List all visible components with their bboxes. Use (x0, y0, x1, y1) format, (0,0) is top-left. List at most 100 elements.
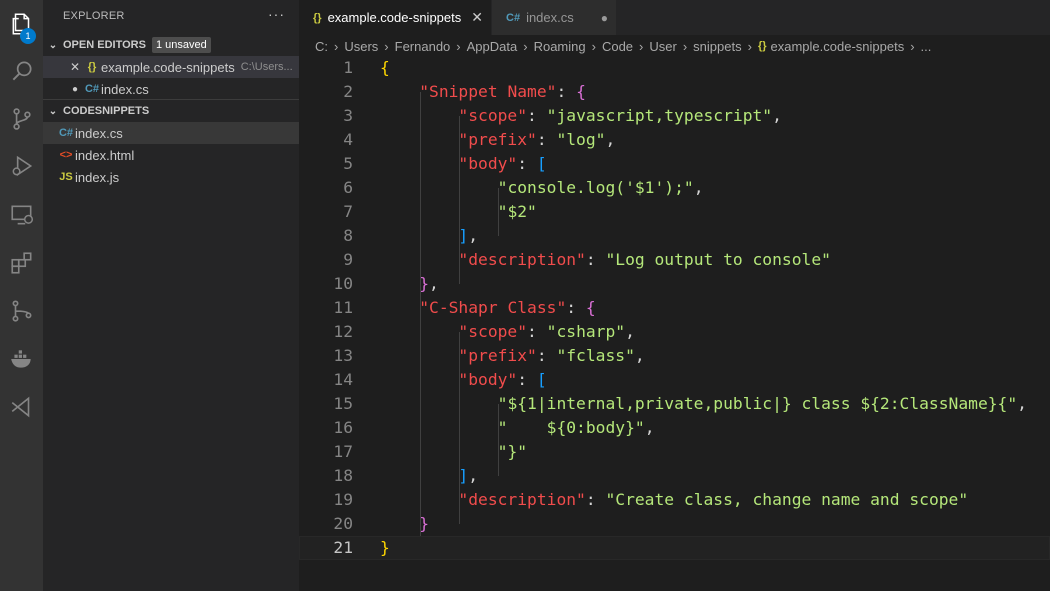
line-text: "body": [ (458, 370, 547, 389)
code-line[interactable]: 19 "description": "Create class, change … (299, 488, 1050, 512)
line-number: 16 (333, 418, 353, 437)
open-editor-item[interactable]: ✕ {} example.code-snippets C:\Users... (43, 56, 299, 78)
line-number: 15 (333, 394, 353, 413)
remote-explorer-button[interactable] (0, 195, 43, 235)
code-line[interactable]: 10 }, (299, 272, 1050, 296)
chevron-right-icon: › (384, 38, 389, 54)
code-line[interactable]: 18 ], (299, 464, 1050, 488)
line-text: "body": [ (458, 154, 547, 173)
code-line[interactable]: 9 "description": "Log output to console" (299, 248, 1050, 272)
file-item[interactable]: JS index.js (43, 166, 299, 188)
explorer-badge: 1 (20, 28, 36, 44)
breadcrumb: C: › Users › Fernando › AppData › Roaming › C… (299, 35, 1050, 57)
breadcrumb-item[interactable]: ... (921, 39, 932, 54)
breadcrumb-item[interactable]: Roaming (534, 39, 586, 54)
line-text: "console.log('$1');", (497, 178, 704, 197)
source-control-button[interactable] (0, 99, 43, 139)
tab-label: index.cs (526, 10, 574, 25)
sidebar-title: EXPLORER (63, 10, 125, 22)
line-text: "${1|internal,private,public|} class ${2… (497, 394, 1027, 413)
code-line[interactable]: 4 "prefix": "log", (299, 128, 1050, 152)
csharp-file-icon: C# (84, 83, 100, 95)
code-line[interactable]: 1{ (299, 56, 1050, 80)
line-text: "prefix": "log", (458, 130, 616, 149)
git-graph-button[interactable] (0, 291, 43, 331)
activity-bar: 1 (0, 0, 43, 591)
folder-header[interactable]: ⌄ CODESNIPPETS (43, 100, 299, 122)
breadcrumb-item[interactable]: AppData (467, 39, 518, 54)
git-graph-icon (12, 300, 31, 322)
search-button[interactable] (0, 51, 43, 91)
code-line[interactable]: 16 " ${0:body}", (299, 416, 1050, 440)
chevron-down-icon: ⌄ (48, 105, 58, 117)
search-icon (12, 61, 32, 81)
close-icon[interactable]: ✕ (67, 60, 83, 74)
line-number: 9 (343, 250, 353, 269)
code-line[interactable]: 15 "${1|internal,private,public|} class … (299, 392, 1050, 416)
code-line[interactable]: 7 "$2" (299, 200, 1050, 224)
line-text: } (380, 538, 390, 557)
tab-example-code-snippets[interactable]: {} example.code-snippets ✕ (299, 0, 491, 35)
js-file-icon: JS (59, 171, 73, 183)
extensions-button[interactable] (0, 243, 43, 283)
chevron-right-icon: › (334, 38, 339, 54)
close-icon[interactable]: ✕ (471, 9, 483, 26)
code-line[interactable]: 20 } (299, 512, 1050, 536)
chevron-right-icon: › (456, 38, 461, 54)
tab-index-cs[interactable]: C# index.cs ● (492, 0, 616, 35)
docker-button[interactable] (0, 339, 43, 379)
breadcrumb-item[interactable]: example.code-snippets (771, 39, 905, 54)
line-text: } (419, 514, 430, 533)
breadcrumb-item[interactable]: User (649, 39, 676, 54)
csharp-file-icon: C# (58, 127, 74, 139)
line-number: 19 (333, 490, 353, 509)
explorer-button[interactable]: 1 (0, 4, 43, 44)
chevron-right-icon: › (682, 38, 688, 54)
editor-area: {} example.code-snippets ✕ C# index.cs ●… (299, 0, 1050, 591)
code-line[interactable]: 13 "prefix": "fclass", (299, 344, 1050, 368)
visual-studio-button[interactable] (0, 387, 43, 427)
breadcrumb-item[interactable]: C: (315, 39, 328, 54)
line-number: 21 (333, 538, 353, 557)
code-line[interactable]: 3 "scope": "javascript,typescript", (299, 104, 1050, 128)
code-line[interactable]: 2 "Snippet Name": { (299, 80, 1050, 104)
line-text: "$2" (497, 202, 537, 221)
code-line[interactable]: 5 "body": [ (299, 152, 1050, 176)
breadcrumb-item[interactable]: Fernando (395, 39, 451, 54)
line-text: "description": "Log output to console" (458, 250, 831, 269)
code-line[interactable]: 12 "scope": "csharp", (299, 320, 1050, 344)
unsaved-dot-icon[interactable]: ● (67, 84, 83, 95)
code-line[interactable]: 8 ], (299, 224, 1050, 248)
run-debug-button[interactable] (0, 146, 43, 186)
html-file-icon: <> (59, 149, 73, 161)
line-text: ], (458, 226, 479, 245)
file-name: index.js (75, 169, 120, 185)
file-item[interactable]: <> index.html (43, 144, 299, 166)
more-actions-icon[interactable]: ··· (268, 6, 285, 22)
line-text: "Snippet Name": { (419, 82, 586, 101)
code-line[interactable]: 17 "}" (299, 440, 1050, 464)
open-editors-label: OPEN EDITORS (63, 39, 146, 51)
line-number: 6 (343, 178, 353, 197)
code-line[interactable]: 11 "C-Shapr Class": { (299, 296, 1050, 320)
breadcrumb-item[interactable]: snippets (693, 39, 741, 54)
line-number: 1 (343, 58, 353, 77)
file-item[interactable]: C# index.cs (43, 122, 299, 144)
csharp-file-icon: C# (506, 11, 521, 24)
code-line[interactable]: 6 "console.log('$1');", (299, 176, 1050, 200)
tab-bar: {} example.code-snippets ✕ C# index.cs ● (299, 0, 1050, 35)
line-number: 14 (333, 370, 353, 389)
breadcrumb-item[interactable]: Users (344, 39, 378, 54)
line-text: "}" (497, 442, 528, 461)
code-line[interactable]: 14 "body": [ (299, 368, 1050, 392)
tab-label: example.code-snippets (327, 10, 462, 25)
open-editor-item[interactable]: ● C# index.cs (43, 78, 299, 100)
line-text: "description": "Create class, change nam… (458, 490, 969, 509)
line-number: 10 (333, 274, 353, 293)
folder-label: CODESNIPPETS (63, 105, 150, 117)
code-line[interactable]: 21} (299, 536, 1050, 560)
breadcrumb-item[interactable]: Code (602, 39, 633, 54)
open-editors-header[interactable]: ⌄ OPEN EDITORS 1 unsaved (43, 34, 299, 56)
line-number: 11 (333, 298, 353, 317)
unsaved-dot-icon[interactable]: ● (601, 11, 608, 25)
